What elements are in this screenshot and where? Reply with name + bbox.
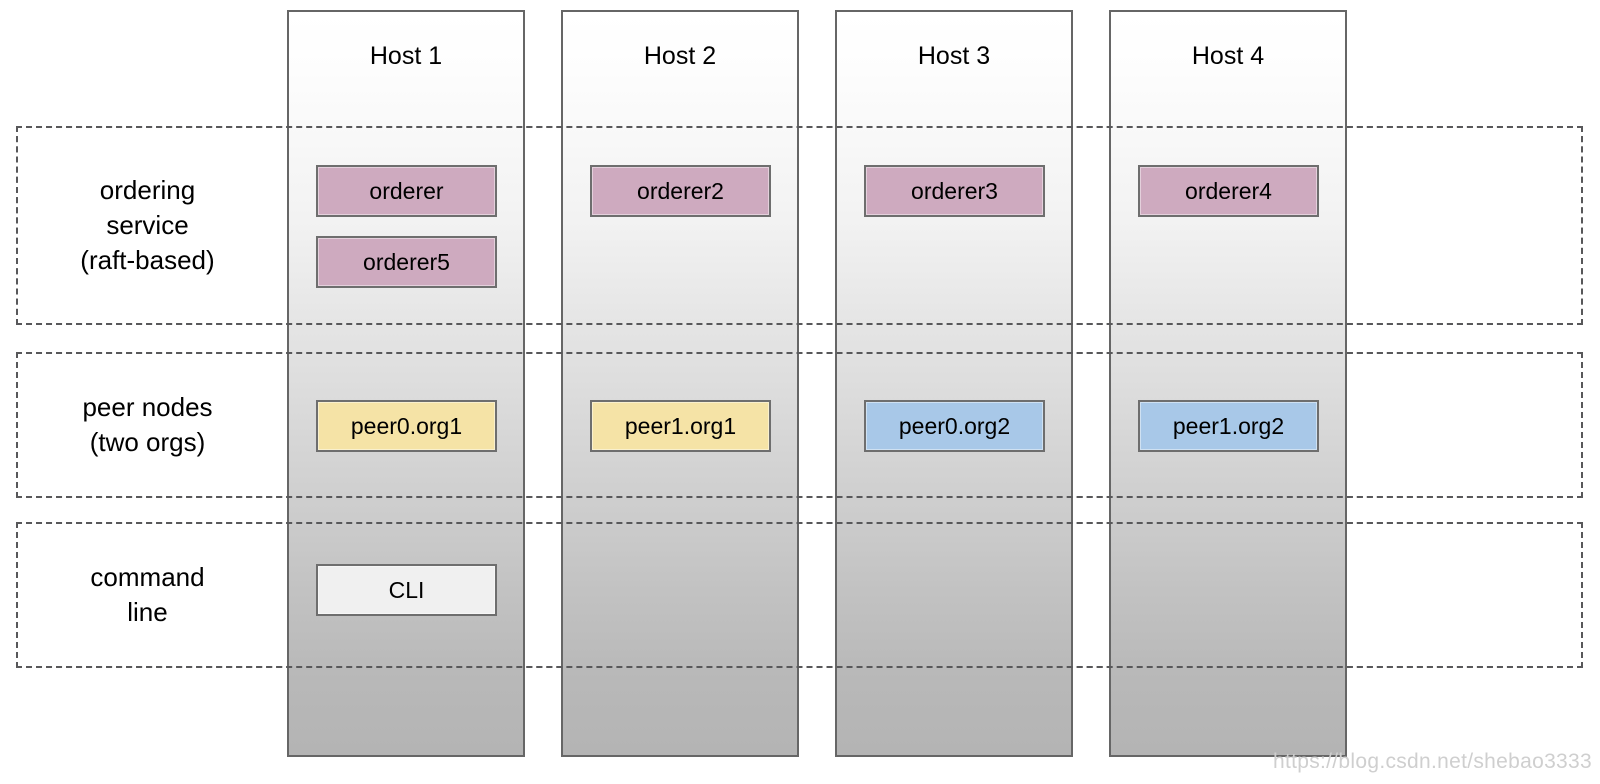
node-box-cli[interactable]: CLI [316, 564, 497, 616]
node-box-peer0-org1[interactable]: peer0.org1 [316, 400, 497, 452]
layer-label-ordering-service: ordering service (raft-based) [80, 175, 215, 275]
node-box-peer0-org2[interactable]: peer0.org2 [864, 400, 1045, 452]
node-box-orderer5[interactable]: orderer5 [316, 236, 497, 288]
node-box-orderer[interactable]: orderer [316, 165, 497, 217]
host-title-host-1: Host 1 [369, 42, 443, 70]
layer-label-peer-nodes: peer nodes (two orgs) [82, 392, 213, 457]
node-box-orderer4[interactable]: orderer4 [1138, 165, 1319, 217]
node-box-peer1-org2[interactable]: peer1.org2 [1138, 400, 1319, 452]
host-column-host-3[interactable]: Host 3 [835, 10, 1073, 757]
host-title-host-3: Host 3 [917, 42, 991, 70]
layer-label-command-line: command line [90, 562, 205, 627]
host-title-host-4: Host 4 [1191, 42, 1265, 70]
host-column-host-1[interactable]: Host 1 [287, 10, 525, 757]
host-column-host-2[interactable]: Host 2 [561, 10, 799, 757]
node-box-orderer2[interactable]: orderer2 [590, 165, 771, 217]
host-column-host-4[interactable]: Host 4 [1109, 10, 1347, 757]
diagram-canvas: ordering service (raft-based) peer nodes … [0, 0, 1600, 784]
host-title-host-2: Host 2 [643, 42, 717, 70]
node-box-orderer3[interactable]: orderer3 [864, 165, 1045, 217]
node-box-peer1-org1[interactable]: peer1.org1 [590, 400, 771, 452]
